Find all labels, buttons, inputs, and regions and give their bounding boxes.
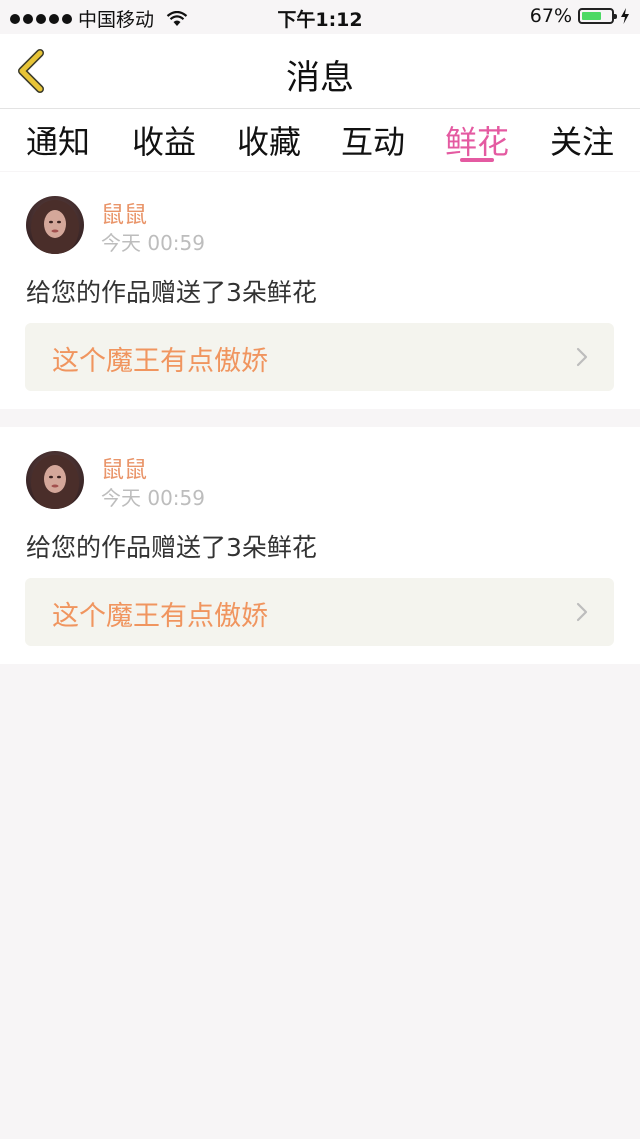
message-time: 今天 00:59 [101, 231, 205, 255]
chevron-right-icon [576, 347, 588, 367]
status-right: 67% [530, 5, 630, 27]
chevron-right-icon [576, 602, 588, 622]
battery-fill [582, 12, 601, 20]
message-category-tabs: 通知 收益 收藏 互动 鲜花 关注 [0, 109, 640, 171]
message-text: 给您的作品赠送了3朵鲜花 [26, 278, 317, 307]
tab-interactions[interactable]: 互动 [341, 117, 405, 163]
charging-bolt-icon [621, 8, 629, 24]
tab-notifications[interactable]: 通知 [26, 117, 90, 163]
work-title: 这个魔王有点傲娇 [52, 346, 268, 377]
user-avatar[interactable] [26, 196, 84, 254]
user-avatar[interactable] [26, 451, 84, 509]
tab-favorites[interactable]: 收藏 [237, 117, 301, 163]
username[interactable]: 鼠鼠 [101, 450, 147, 484]
page-title: 消息 [286, 58, 354, 98]
message-card: 鼠鼠 今天 00:59 给您的作品赠送了3朵鲜花 这个魔王有点傲娇 [0, 427, 640, 664]
navigation-bar: 消息 [0, 34, 640, 109]
work-title: 这个魔王有点傲娇 [52, 601, 268, 632]
message-time: 今天 00:59 [101, 486, 205, 510]
status-bar: 中国移动 下午1:12 67% [0, 0, 640, 34]
work-link-button[interactable]: 这个魔王有点傲娇 [25, 578, 614, 646]
message-text: 给您的作品赠送了3朵鲜花 [26, 533, 317, 562]
username[interactable]: 鼠鼠 [101, 195, 147, 229]
tab-earnings[interactable]: 收益 [132, 117, 196, 163]
battery-percent: 67% [529, 5, 572, 27]
battery-icon [578, 8, 617, 24]
tab-following[interactable]: 关注 [550, 117, 614, 163]
work-link-button[interactable]: 这个魔王有点傲娇 [25, 323, 614, 391]
active-tab-indicator [460, 158, 494, 162]
tab-flowers[interactable]: 鲜花 [445, 117, 509, 163]
message-card: 鼠鼠 今天 00:59 给您的作品赠送了3朵鲜花 这个魔王有点傲娇 [0, 172, 640, 409]
